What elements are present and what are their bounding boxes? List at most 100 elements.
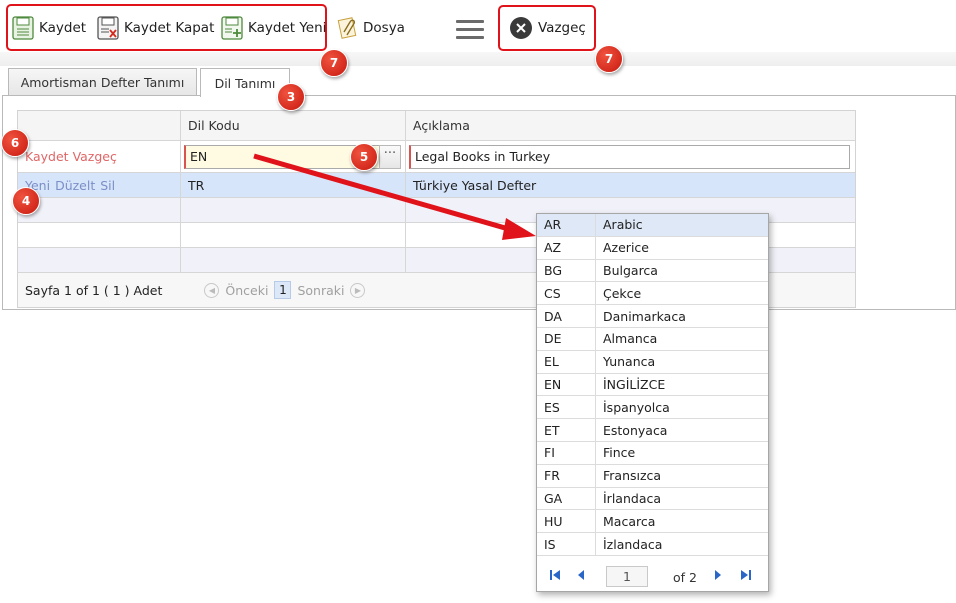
- header-language-code[interactable]: Dil Kodu: [181, 111, 406, 140]
- file-button[interactable]: Dosya: [336, 15, 405, 41]
- current-page[interactable]: 1: [274, 281, 292, 299]
- lookup-language-name: İzlandaca: [603, 536, 663, 552]
- lookup-pager: 1 of 2: [537, 564, 768, 590]
- badge-4-row-actions: 4: [12, 187, 40, 215]
- tab-language-label: Dil Tanımı: [214, 75, 276, 91]
- badge-7-cancel: 7: [595, 45, 623, 73]
- tab-amortization-book[interactable]: Amortisman Defter Tanımı: [8, 68, 197, 96]
- tab-amortization-label: Amortisman Defter Tanımı: [20, 75, 185, 90]
- lookup-language-name: Fransızca: [603, 468, 662, 484]
- language-lookup-popup: AR Arabic AZ Azerice BG Bulgarca CS Çekce DA Dani…: [536, 213, 769, 592]
- lookup-code: CS: [537, 282, 596, 305]
- lookup-language-name: İNGİLİZCE: [603, 376, 666, 392]
- lookup-code: DA: [537, 305, 596, 327]
- lookup-language-name: İrlandaca: [603, 490, 662, 506]
- row-actions: Yeni Düzelt Sil: [18, 173, 181, 197]
- last-page-icon[interactable]: [739, 568, 753, 586]
- lookup-row[interactable]: FI Fince: [537, 441, 768, 465]
- lookup-language-name: Almanca: [603, 331, 658, 347]
- lookup-row[interactable]: DE Almanca: [537, 327, 768, 351]
- save-button[interactable]: Kaydet: [12, 15, 86, 41]
- pager-summary: Sayfa 1 of 1 ( 1 ) Adet: [25, 282, 163, 298]
- lookup-language-name: Azerice: [603, 240, 649, 256]
- lookup-row[interactable]: DA Danimarkaca: [537, 305, 768, 328]
- save-new-icon: [221, 16, 243, 40]
- badge-5-lookup: 5: [350, 143, 378, 171]
- cancel-label: Vazgeç: [538, 20, 586, 36]
- prev-page-link[interactable]: Önceki: [225, 283, 268, 298]
- toolbar-shadow: [0, 52, 956, 66]
- row-save-link[interactable]: Kaydet: [25, 149, 69, 164]
- lookup-language-name: Macarca: [603, 513, 656, 529]
- lookup-row[interactable]: BG Bulgarca: [537, 259, 768, 283]
- lookup-code: FI: [537, 441, 596, 464]
- row-cancel-link[interactable]: Vazgeç: [73, 149, 117, 164]
- save-close-icon: [97, 16, 119, 40]
- cancel-button[interactable]: Vazgeç: [509, 15, 586, 41]
- first-page-icon[interactable]: [548, 568, 562, 586]
- lookup-page-input[interactable]: 1: [606, 566, 648, 587]
- grid-header-row: Dil Kodu Açıklama: [18, 111, 855, 141]
- description-value: Legal Books in Turkey: [415, 149, 551, 164]
- lookup-page-count: of 2: [673, 569, 697, 585]
- lookup-language-name: Çekce: [603, 285, 642, 301]
- edit-row: Kaydet Vazgeç EN Legal Books in Turkey: [18, 141, 855, 173]
- header-description[interactable]: Açıklama: [406, 111, 855, 140]
- lookup-ellipsis-button[interactable]: ···: [379, 145, 401, 169]
- paperclip-icon: [336, 16, 358, 40]
- save-label: Kaydet: [39, 20, 87, 36]
- next-page-icon[interactable]: [713, 568, 723, 586]
- table-row[interactable]: Yeni Düzelt Sil TR Türkiye Yasal Defter: [18, 173, 855, 198]
- lookup-code: EL: [537, 350, 596, 373]
- lookup-language-name: Yunanca: [603, 354, 656, 370]
- lookup-row[interactable]: ET Estonyaca: [537, 419, 768, 442]
- lookup-row[interactable]: EL Yunanca: [537, 350, 768, 374]
- lookup-language-name: Fince: [603, 445, 636, 461]
- lookup-row[interactable]: FR Fransızca: [537, 464, 768, 488]
- lookup-code: HU: [537, 510, 596, 533]
- save-close-button[interactable]: Kaydet Kapat: [97, 15, 214, 41]
- badge-3-tab: 3: [277, 83, 305, 111]
- save-new-button[interactable]: Kaydet Yeni: [221, 15, 326, 41]
- menu-icon[interactable]: [456, 20, 484, 40]
- lookup-language-name: Arabic: [603, 217, 643, 233]
- lookup-code: FR: [537, 464, 596, 487]
- lookup-code: EN: [537, 373, 596, 396]
- file-label: Dosya: [363, 20, 405, 36]
- lookup-code: AZ: [537, 236, 596, 259]
- language-code-value: EN: [190, 149, 208, 164]
- prev-page-icon[interactable]: ◀: [204, 282, 220, 298]
- lookup-language-name: Estonyaca: [603, 422, 668, 438]
- badge-7-toolbar: 7: [320, 49, 348, 77]
- lookup-row[interactable]: ES İspanyolca: [537, 396, 768, 420]
- row-edit-link[interactable]: Düzelt: [55, 178, 95, 193]
- header-actions: [18, 111, 181, 140]
- row-code: TR: [181, 173, 406, 197]
- row-description: Türkiye Yasal Defter: [413, 177, 537, 193]
- row-delete-link[interactable]: Sil: [100, 178, 115, 193]
- lookup-row[interactable]: CS Çekce: [537, 282, 768, 306]
- lookup-code: DE: [537, 327, 596, 350]
- lookup-row[interactable]: EN İNGİLİZCE: [537, 373, 768, 397]
- lookup-row[interactable]: GA İrlandaca: [537, 487, 768, 511]
- lookup-code: BG: [537, 259, 596, 282]
- lookup-row[interactable]: AZ Azerice: [537, 236, 768, 260]
- lookup-row[interactable]: IS İzlandaca: [537, 533, 768, 556]
- lookup-row[interactable]: AR Arabic: [537, 214, 768, 237]
- lookup-code: AR: [537, 214, 596, 236]
- description-input[interactable]: Legal Books in Turkey: [409, 144, 850, 169]
- save-new-label: Kaydet Yeni: [248, 20, 327, 36]
- close-circle-icon: [509, 16, 533, 40]
- lookup-code: ET: [537, 419, 596, 441]
- next-page-icon[interactable]: ▶: [350, 282, 366, 298]
- edit-row-actions: Kaydet Vazgeç: [18, 141, 181, 172]
- edit-description-cell: Legal Books in Turkey: [406, 141, 855, 172]
- next-page-link[interactable]: Sonraki: [297, 283, 344, 298]
- lookup-row[interactable]: HU Macarca: [537, 510, 768, 534]
- lookup-list: AR Arabic AZ Azerice BG Bulgarca CS Çekce DA Dani…: [537, 214, 768, 556]
- save-close-label: Kaydet Kapat: [124, 20, 215, 36]
- prev-page-icon[interactable]: [576, 568, 586, 586]
- lookup-language-name: İspanyolca: [603, 399, 670, 415]
- lookup-language-name: Bulgarca: [603, 262, 658, 278]
- lookup-language-name: Danimarkaca: [603, 308, 686, 324]
